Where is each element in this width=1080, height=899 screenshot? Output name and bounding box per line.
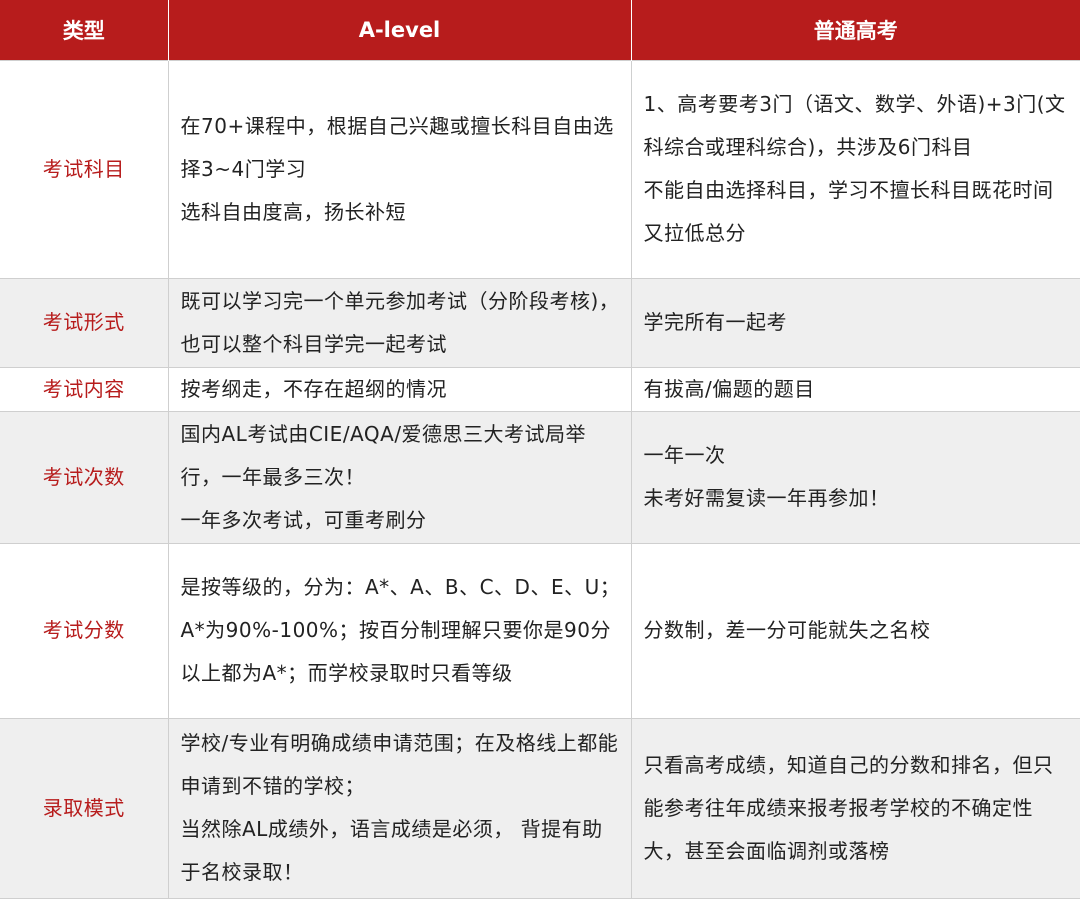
header-type: 类型 — [0, 0, 168, 60]
gaokao-cell: 分数制，差一分可能就失之名校 — [630, 542, 1080, 719]
comparison-table: 类型 A-level 普通高考 考试科目 在70+课程中，根据自己兴趣或擅长科目… — [0, 0, 1080, 899]
cell-text: 不能自由选择科目，学习不擅长科目既花时间又拉低总分 — [643, 178, 1054, 245]
header-gaokao: 普通高考 — [630, 0, 1080, 60]
cell-text: 国内AL考试由CIE/AQA/爱德思三大考试局举行，一年最多三次！ — [180, 421, 587, 489]
alevel-cell: 既可以学习完一个单元参加考试（分阶段考核)，也可以整个科目学完一起考试 — [167, 277, 632, 368]
header-alevel: A-level — [167, 0, 631, 60]
table-row-scores: 考试分数 是按等级的，分为：A*、A、B、C、D、E、U；A*为90%-100%… — [0, 542, 1080, 719]
alevel-cell: 按考纲走，不存在超纲的情况 — [167, 366, 632, 412]
cell-text: 1、高考要考3门（语文、数学、外语)+3门(文科综合或理科综合)，共涉及6门科目 — [643, 92, 1066, 159]
cell-text: 既可以学习完一个单元参加考试（分阶段考核)，也可以整个科目学完一起考试 — [180, 288, 620, 356]
gaokao-cell: 学完所有一起考 — [630, 277, 1080, 368]
gaokao-cell: 1、高考要考3门（语文、数学、外语)+3门(文科综合或理科综合)，共涉及6门科目… — [630, 59, 1080, 279]
cell-text: 只看高考成绩，知道自己的分数和排名，但只能参考往年成绩来报考报考学校的不确定性大… — [643, 752, 1054, 863]
row-type-label: 考试分数 — [0, 542, 169, 719]
gaokao-cell: 一年一次 未考好需复读一年再参加！ — [630, 410, 1080, 544]
cell-text: 学完所有一起考 — [643, 310, 787, 334]
cell-text: 选科自由度高，扬长补短 — [180, 199, 406, 224]
cell-text: 在70+课程中，根据自己兴趣或擅长科目自由选择3~4门学习 — [180, 113, 614, 181]
cell-text: 一年多次考试，可重考刷分 — [180, 507, 427, 532]
table-body: 考试科目 在70+课程中，根据自己兴趣或擅长科目自由选择3~4门学习 选科自由度… — [0, 59, 1080, 899]
table-row-format: 考试形式 既可以学习完一个单元参加考试（分阶段考核)，也可以整个科目学完一起考试… — [0, 277, 1080, 368]
alevel-cell: 是按等级的，分为：A*、A、B、C、D、E、U；A*为90%-100%；按百分制… — [167, 542, 632, 719]
row-type-label: 考试形式 — [0, 277, 169, 368]
cell-text: 有拔高/偏题的题目 — [643, 376, 815, 401]
cell-text: 一年一次 — [643, 443, 726, 467]
row-type-label: 考试次数 — [0, 410, 169, 544]
alevel-cell: 在70+课程中，根据自己兴趣或擅长科目自由选择3~4门学习 选科自由度高，扬长补… — [167, 59, 632, 279]
row-type-label: 考试内容 — [0, 366, 169, 412]
cell-text: 当然除AL成绩外，语言成绩是必须， 背提有助于名校录取！ — [180, 817, 603, 884]
table-header: 类型 A-level 普通高考 — [0, 0, 1080, 60]
cell-text: 学校/专业有明确成绩申请范围；在及格线上都能申请到不错的学校； — [180, 731, 619, 798]
table-row-frequency: 考试次数 国内AL考试由CIE/AQA/爱德思三大考试局举行，一年最多三次！ 一… — [0, 410, 1080, 544]
table-row-subjects: 考试科目 在70+课程中，根据自己兴趣或擅长科目自由选择3~4门学习 选科自由度… — [0, 59, 1080, 279]
cell-text: 按考纲走，不存在超纲的情况 — [180, 376, 447, 401]
table-row-content: 考试内容 按考纲走，不存在超纲的情况 有拔高/偏题的题目 — [0, 366, 1080, 412]
alevel-cell: 学校/专业有明确成绩申请范围；在及格线上都能申请到不错的学校； 当然除AL成绩外… — [167, 717, 632, 899]
header-row: 类型 A-level 普通高考 — [0, 0, 1080, 60]
alevel-cell: 国内AL考试由CIE/AQA/爱德思三大考试局举行，一年最多三次！ 一年多次考试… — [167, 410, 632, 544]
gaokao-cell: 只看高考成绩，知道自己的分数和排名，但只能参考往年成绩来报考报考学校的不确定性大… — [630, 717, 1080, 899]
table-row-admission: 录取模式 学校/专业有明确成绩申请范围；在及格线上都能申请到不错的学校； 当然除… — [0, 717, 1080, 899]
row-type-label: 考试科目 — [0, 59, 169, 279]
row-type-label: 录取模式 — [0, 717, 169, 899]
cell-text: 分数制，差一分可能就失之名校 — [643, 618, 931, 642]
cell-text: 未考好需复读一年再参加！ — [643, 486, 890, 510]
gaokao-cell: 有拔高/偏题的题目 — [630, 366, 1080, 412]
cell-text: 是按等级的，分为：A*、A、B、C、D、E、U；A*为90%-100%；按百分制… — [180, 575, 621, 685]
